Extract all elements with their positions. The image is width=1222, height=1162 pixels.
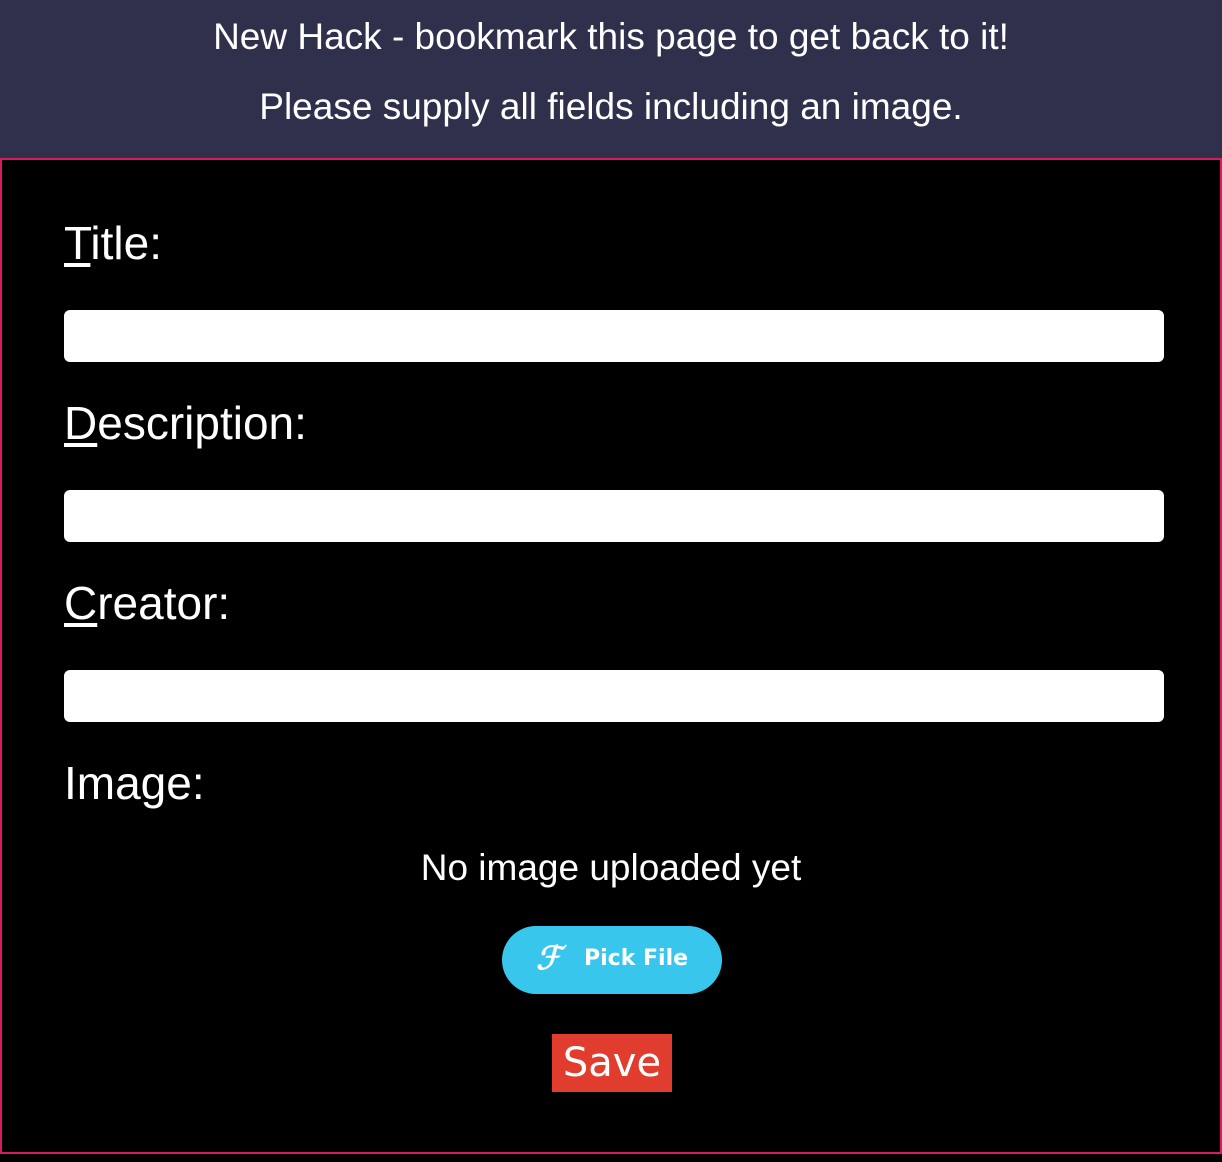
header-instructions: Please supply all fields including an im…	[259, 86, 963, 127]
filestack-f-icon: ℱ	[536, 939, 562, 977]
title-label: Title:	[64, 216, 162, 270]
description-label-text: escription:	[97, 397, 307, 449]
title-input[interactable]	[64, 310, 1164, 362]
description-input[interactable]	[64, 490, 1164, 542]
page-header: New Hack - bookmark this page to get bac…	[0, 0, 1222, 158]
image-label: Image:	[64, 757, 205, 809]
description-accesskey: D	[64, 397, 98, 449]
pick-file-button[interactable]: ℱ Pick File	[502, 926, 722, 994]
header-bookmark-notice: New Hack - bookmark this page to get bac…	[213, 16, 1009, 57]
title-label-text: itle:	[90, 217, 162, 269]
creator-label: Creator:	[64, 576, 230, 630]
image-upload-status: No image uploaded yet	[420, 847, 802, 888]
pick-file-label: Pick File	[584, 946, 689, 971]
creator-accesskey: C	[64, 577, 98, 629]
creator-label-text: reator:	[97, 577, 231, 629]
creator-input[interactable]	[64, 670, 1164, 722]
hack-form: Title: Description: Creator: Image: No i…	[0, 158, 1222, 1154]
description-label: Description:	[64, 396, 307, 450]
save-button[interactable]: Save	[552, 1034, 672, 1092]
title-accesskey: T	[64, 217, 91, 269]
